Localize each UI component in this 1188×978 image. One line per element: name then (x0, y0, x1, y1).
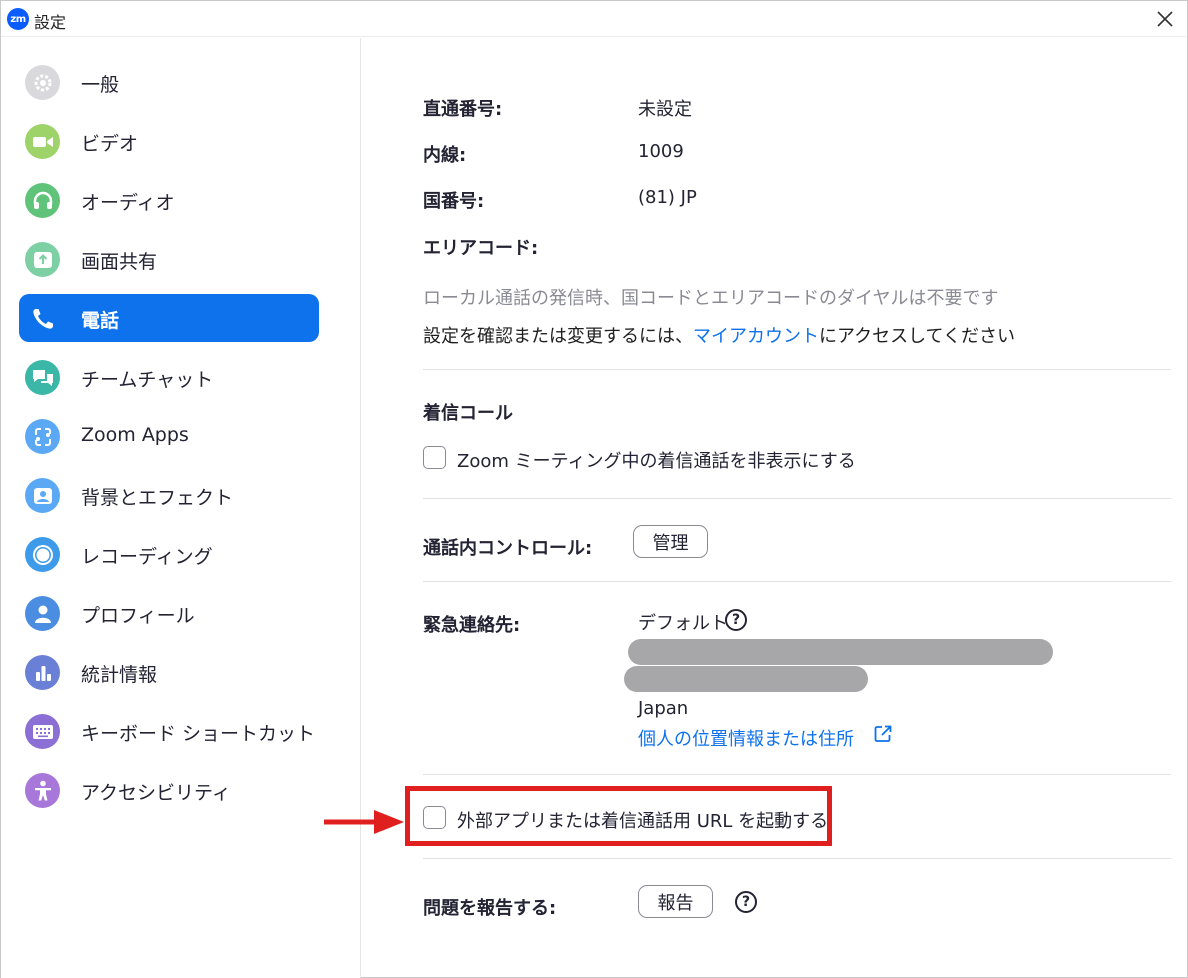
direct-number-label: 直通番号: (423, 99, 503, 120)
video-camera-icon (25, 124, 60, 159)
incoming-call-title: 着信コール (423, 403, 513, 424)
divider (423, 581, 1171, 582)
statistics-icon (25, 655, 60, 690)
manage-button[interactable]: 管理 (633, 525, 708, 558)
sidebar-item-profile[interactable]: プロフィール (19, 589, 319, 637)
sidebar-item-label: 電話 (81, 310, 120, 332)
close-icon (1157, 11, 1173, 27)
hide-incoming-calls-checkbox[interactable] (423, 446, 446, 469)
report-button[interactable]: 報告 (638, 885, 713, 918)
redacted-address-line (628, 639, 1053, 665)
sidebar-item-video[interactable]: ビデオ (19, 117, 319, 165)
sidebar-item-share-screen[interactable]: 画面共有 (19, 235, 319, 283)
settings-window: zm 設定 一般 ビデオ オーディオ 画面共有 電話 チームチャット Zoom … (0, 0, 1188, 978)
sidebar-item-label: レコーディング (81, 546, 213, 568)
profile-icon (25, 596, 60, 631)
phone-icon (25, 301, 60, 336)
sidebar-item-label: チームチャット (81, 369, 214, 391)
direct-number-value: 未設定 (638, 99, 692, 120)
help-icon[interactable]: ? (735, 891, 757, 913)
sidebar-item-label: オーディオ (81, 192, 175, 214)
personal-location-link[interactable]: 個人の位置情報または住所 (638, 725, 854, 751)
sidebar-item-label: プロフィール (81, 605, 195, 627)
sidebar-item-label: Zoom Apps (81, 424, 189, 446)
background-icon (25, 478, 60, 513)
area-code-label: エリアコード: (423, 238, 539, 259)
sidebar-item-phone[interactable]: 電話 (19, 294, 319, 342)
sidebar: 一般 ビデオ オーディオ 画面共有 電話 チームチャット Zoom Apps 背… (1, 38, 361, 978)
share-screen-icon (25, 242, 60, 277)
redacted-address-line (624, 666, 868, 692)
country-code-value: (81) JP (638, 187, 697, 208)
extension-label: 内線: (423, 145, 467, 166)
external-link-icon[interactable] (873, 724, 893, 748)
divider (423, 858, 1171, 859)
keyboard-icon (25, 714, 60, 749)
confirm-note-suffix: にアクセスしてください (819, 326, 1016, 347)
zoom-logo-icon: zm (7, 8, 29, 30)
sidebar-item-label: アクセシビリティ (81, 782, 231, 804)
chat-icon (25, 360, 60, 395)
hide-incoming-calls-label[interactable]: Zoom ミーティング中の着信通話を非表示にする (457, 447, 856, 473)
highlight-box (405, 786, 832, 846)
help-icon[interactable]: ? (725, 609, 747, 631)
sidebar-item-statistics[interactable]: 統計情報 (19, 648, 319, 696)
report-problem-label: 問題を報告する: (423, 898, 557, 919)
sidebar-item-audio[interactable]: オーディオ (19, 176, 319, 224)
sidebar-item-zoom-apps[interactable]: Zoom Apps (19, 412, 319, 460)
divider (423, 774, 1171, 775)
sidebar-item-label: 画面共有 (81, 251, 158, 273)
divider (423, 369, 1171, 370)
window-title: 設定 (34, 13, 67, 32)
emergency-country-value: Japan (638, 698, 689, 719)
sidebar-item-label: 統計情報 (81, 664, 158, 686)
extension-value: 1009 (638, 141, 684, 162)
in-call-controls-label: 通話内コントロール: (423, 538, 593, 559)
headphones-icon (25, 183, 60, 218)
apps-icon (25, 419, 60, 454)
sidebar-item-background-effects[interactable]: 背景とエフェクト (19, 471, 319, 519)
sidebar-item-label: キーボード ショートカット (81, 723, 316, 745)
sidebar-item-recording[interactable]: レコーディング (19, 530, 319, 578)
sidebar-item-team-chat[interactable]: チームチャット (19, 353, 319, 401)
sidebar-item-accessibility[interactable]: アクセシビリティ (19, 766, 319, 814)
sidebar-item-label: ビデオ (81, 133, 139, 155)
title-bar: zm 設定 (1, 1, 1187, 37)
accessibility-icon (25, 773, 60, 808)
close-button[interactable] (1151, 5, 1179, 33)
gear-icon (25, 65, 60, 100)
sidebar-item-label: 背景とエフェクト (81, 487, 234, 509)
confirm-settings-note: 設定を確認または変更するには、マイアカウントにアクセスしてください (423, 322, 1015, 348)
divider (423, 498, 1171, 499)
record-icon (25, 537, 60, 572)
sidebar-item-general[interactable]: 一般 (19, 58, 319, 106)
local-call-note: ローカル通話の発信時、国コードとエリアコードのダイヤルは不要です (423, 288, 999, 309)
sidebar-item-label: 一般 (81, 74, 120, 96)
arrow-icon (324, 810, 404, 834)
my-account-link[interactable]: マイアカウント (693, 326, 819, 347)
country-code-label: 国番号: (423, 191, 485, 212)
emergency-address-label: 緊急連絡先: (423, 615, 521, 636)
emergency-default-value: デフォルト (638, 613, 728, 634)
sidebar-item-keyboard-shortcuts[interactable]: キーボード ショートカット (19, 707, 319, 755)
confirm-note-prefix: 設定を確認または変更するには、 (423, 326, 693, 347)
